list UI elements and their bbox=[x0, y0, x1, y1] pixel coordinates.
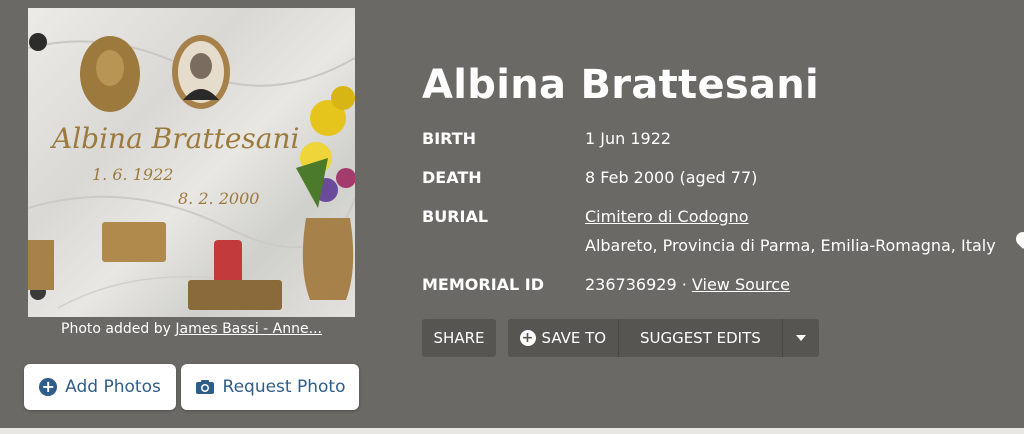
suggest-edits-button[interactable]: SUGGEST EDITS bbox=[619, 319, 784, 357]
view-source-link[interactable]: View Source bbox=[692, 275, 790, 294]
birth-value: 1 Jun 1922 bbox=[585, 129, 672, 148]
photo-caption-prefix: Photo added by bbox=[61, 321, 171, 337]
plus-circle-icon: + bbox=[39, 378, 58, 396]
photo-author-link[interactable]: James Bassi - Anne... bbox=[175, 321, 322, 337]
separator: · bbox=[681, 275, 687, 294]
request-photo-button[interactable]: Request Photo bbox=[181, 364, 359, 410]
plaque-name: Albina Brattesani bbox=[49, 122, 299, 155]
memorial-id-label: MEMORIAL ID bbox=[422, 275, 545, 294]
plaque-birth: 1. 6. 1922 bbox=[92, 165, 173, 184]
death-label: DEATH bbox=[422, 168, 482, 187]
memorial-photo[interactable]: Albina Brattesani 1. 6. 1922 8. 2. 2000 bbox=[28, 8, 355, 317]
plaque-death: 8. 2. 2000 bbox=[178, 189, 259, 208]
share-button[interactable]: SHARE bbox=[422, 319, 496, 357]
burial-location: Albareto, Provincia di Parma, Emilia-Rom… bbox=[585, 236, 996, 255]
add-photos-label: Add Photos bbox=[65, 377, 161, 397]
memorial-name: Albina Brattesani bbox=[422, 62, 820, 108]
burial-label: BURIAL bbox=[422, 207, 489, 226]
birth-label: BIRTH bbox=[422, 129, 477, 148]
bottom-divider bbox=[0, 428, 1024, 434]
action-button-group: + SAVE TO SUGGEST EDITS bbox=[508, 319, 819, 357]
death-value: 8 Feb 2000 (aged 77) bbox=[585, 168, 758, 187]
request-photo-label: Request Photo bbox=[222, 377, 346, 397]
memorial-id-value: 236736929 bbox=[585, 275, 677, 294]
plus-circle-icon: + bbox=[519, 330, 536, 346]
burial-cemetery-link[interactable]: Cimitero di Codogno bbox=[585, 207, 749, 226]
map-pin-icon[interactable] bbox=[1013, 229, 1024, 249]
add-photos-button[interactable]: + Add Photos bbox=[24, 364, 176, 410]
memorial-id-row: 236736929 · View Source bbox=[585, 275, 790, 294]
more-options-button[interactable] bbox=[783, 319, 819, 357]
save-to-label: SAVE TO bbox=[541, 329, 607, 347]
photo-caption: Photo added by James Bassi - Anne... bbox=[28, 321, 355, 337]
save-to-button[interactable]: + SAVE TO bbox=[508, 319, 619, 357]
caret-down-icon bbox=[796, 335, 807, 341]
camera-icon bbox=[195, 380, 214, 394]
